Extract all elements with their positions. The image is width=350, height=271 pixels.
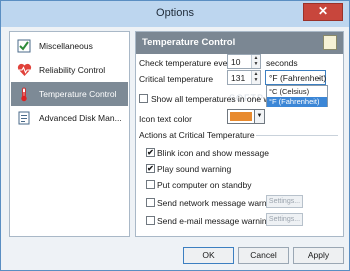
icon-color-label: Icon text color (139, 114, 192, 124)
temperature-unit-select[interactable]: °F (Fahrenheit) ⌄ (265, 70, 326, 85)
notes-icon[interactable] (323, 35, 337, 50)
sidebar-item-advanced-disk[interactable]: Advanced Disk Man... (11, 106, 128, 130)
sidebar-item-label: Advanced Disk Man... (39, 113, 122, 123)
critical-temp-stepper[interactable]: 131 ▲ ▼ (227, 70, 261, 85)
close-icon: ✕ (317, 4, 329, 18)
network-message-label: Send network message warning (157, 198, 278, 208)
blink-icon-label: Blink icon and show message (157, 148, 269, 158)
standby-label: Put computer on standby (157, 180, 252, 190)
temperature-unit-dropdown: °C (Celsius) °F (Fahrenheit) (266, 85, 328, 107)
check-interval-stepper[interactable]: 10 ▲ ▼ (227, 54, 261, 69)
sidebar-item-label: Miscellaneous (39, 41, 93, 51)
actions-heading: Actions at Critical Temperature (139, 130, 255, 140)
sidebar-item-label: Reliability Control (39, 65, 106, 75)
cancel-button[interactable]: Cancel (238, 247, 289, 264)
options-window: Options ✕ Miscellaneous Reliability Cont… (0, 0, 350, 271)
dropdown-option-fahrenheit[interactable]: °F (Fahrenheit) (267, 97, 327, 107)
blink-icon-checkbox[interactable]: ✔ (146, 148, 155, 157)
critical-temp-label: Critical temperature (139, 74, 214, 84)
sidebar: Miscellaneous Reliability Control Temper… (9, 31, 130, 237)
sidebar-item-temperature-control[interactable]: Temperature Control (11, 82, 128, 106)
check-interval-value: 10 (231, 57, 241, 67)
title-bar: Options ✕ (1, 1, 349, 27)
sidebar-item-label: Temperature Control (39, 89, 117, 99)
panel-header: Temperature Control (136, 32, 343, 54)
ok-button[interactable]: OK (183, 247, 234, 264)
close-button[interactable]: ✕ (303, 3, 343, 21)
sidebar-item-miscellaneous[interactable]: Miscellaneous (11, 34, 128, 58)
spin-down-icon[interactable]: ▼ (252, 61, 260, 67)
thermometer-icon (16, 86, 32, 102)
panel-title: Temperature Control (142, 37, 236, 48)
email-message-checkbox[interactable] (146, 216, 155, 225)
play-sound-checkbox[interactable]: ✔ (146, 164, 155, 173)
dropdown-option-celsius[interactable]: °C (Celsius) (267, 87, 327, 97)
sidebar-item-reliability-control[interactable]: Reliability Control (11, 58, 128, 82)
disk-document-icon (16, 110, 32, 126)
seconds-unit-label: seconds (266, 58, 298, 68)
email-message-label: Send e-mail message warning (157, 216, 272, 226)
window-title: Options (156, 7, 194, 19)
heart-pulse-icon (16, 62, 32, 78)
color-swatch (230, 112, 252, 121)
email-settings-button[interactable]: Settings... (266, 213, 303, 226)
spin-down-icon[interactable]: ▼ (252, 77, 260, 83)
section-divider (256, 135, 338, 136)
standby-checkbox[interactable] (146, 180, 155, 189)
show-all-checkbox[interactable] (139, 94, 148, 103)
apply-button[interactable]: Apply (293, 247, 344, 264)
chevron-down-icon: ⌄ (316, 74, 322, 81)
critical-temp-value: 131 (231, 73, 246, 83)
network-settings-button[interactable]: Settings... (266, 195, 303, 208)
play-sound-label: Play sound warning (157, 164, 232, 174)
color-dropdown-chevron-icon[interactable]: ▼ (254, 109, 265, 124)
check-list-icon (16, 38, 32, 54)
check-every-label: Check temperature every (139, 58, 235, 68)
network-message-checkbox[interactable] (146, 198, 155, 207)
